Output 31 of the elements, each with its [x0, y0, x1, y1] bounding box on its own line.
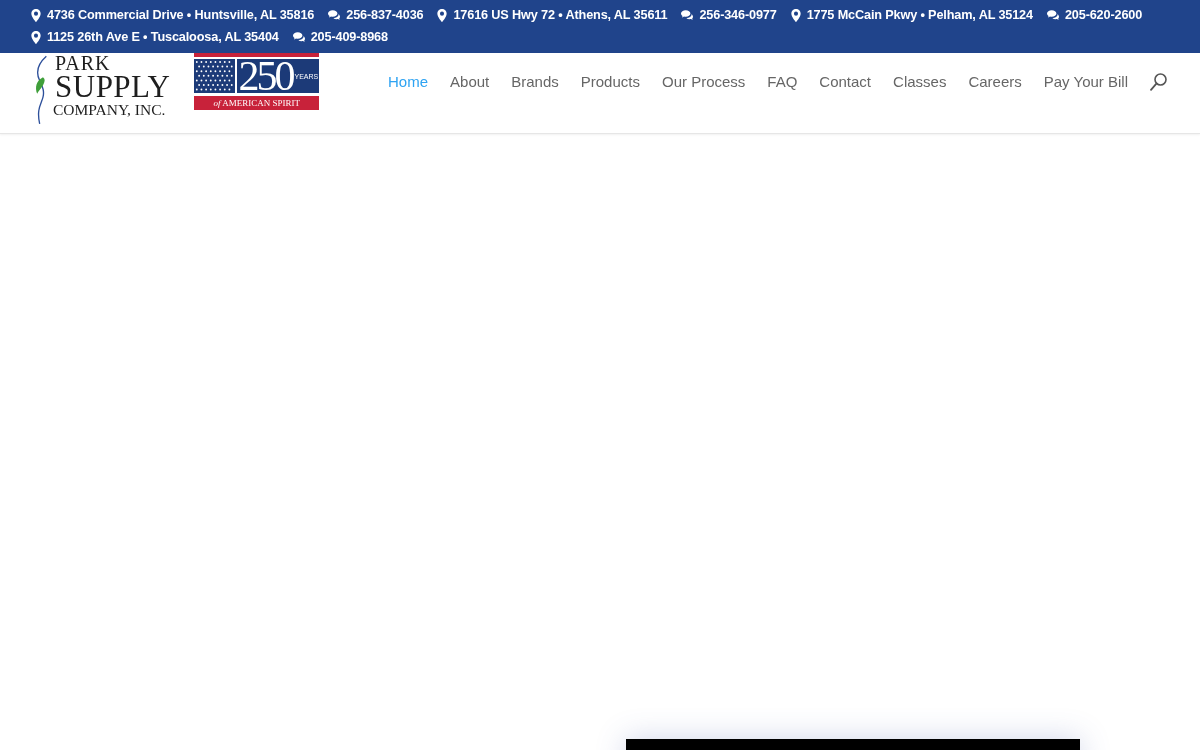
nav-link[interactable]: About	[450, 73, 490, 90]
map-pin-icon	[437, 8, 448, 22]
nav-link[interactable]: Brands	[511, 73, 559, 90]
contact-text: 256-837-4036	[346, 8, 424, 22]
map-pin-icon	[31, 30, 41, 44]
nav-link[interactable]: Products	[580, 73, 640, 90]
map-pin-icon	[790, 8, 801, 22]
logo-text: COMPANY, INC.	[53, 102, 167, 118]
contact-text: 4736 Commercial Drive • Huntsville, AL 35816	[47, 8, 315, 22]
nav-link[interactable]: Our Process	[661, 73, 746, 90]
chat-bubbles-icon	[1046, 10, 1059, 20]
logo-text: SUPPLY	[55, 71, 171, 102]
contact-text: 1125 26th Ave E • Tuscaloosa, AL 35404	[47, 30, 279, 44]
contact-text: 17616 US Hwy 72 • Athens, AL 35611	[453, 8, 668, 22]
nav-link[interactable]: FAQ	[767, 73, 798, 90]
nav-link[interactable]: Classes	[893, 73, 947, 90]
nav-link[interactable]: Pay Your Bill	[1043, 73, 1128, 90]
chat-bubbles-icon	[681, 10, 694, 20]
nav-link[interactable]: Careers	[968, 73, 1022, 90]
contact-text: 1775 McCain Pkwy • Pelham, AL 35124	[806, 8, 1033, 22]
contact-text: 205-409-8968	[310, 30, 388, 44]
map-pin-icon	[31, 8, 41, 22]
contact-text: 256-346-0977	[699, 8, 777, 22]
chat-bubbles-icon	[292, 32, 305, 42]
search-icon[interactable]	[1150, 73, 1167, 91]
nav-link[interactable]: Contact	[819, 73, 872, 90]
stars-flag-icon	[194, 59, 236, 93]
badge-number: 250	[238, 59, 293, 93]
contact-text: 205-620-2600	[1064, 8, 1143, 22]
chat-bubbles-icon	[328, 10, 341, 20]
logo-text: PARK	[55, 53, 112, 73]
